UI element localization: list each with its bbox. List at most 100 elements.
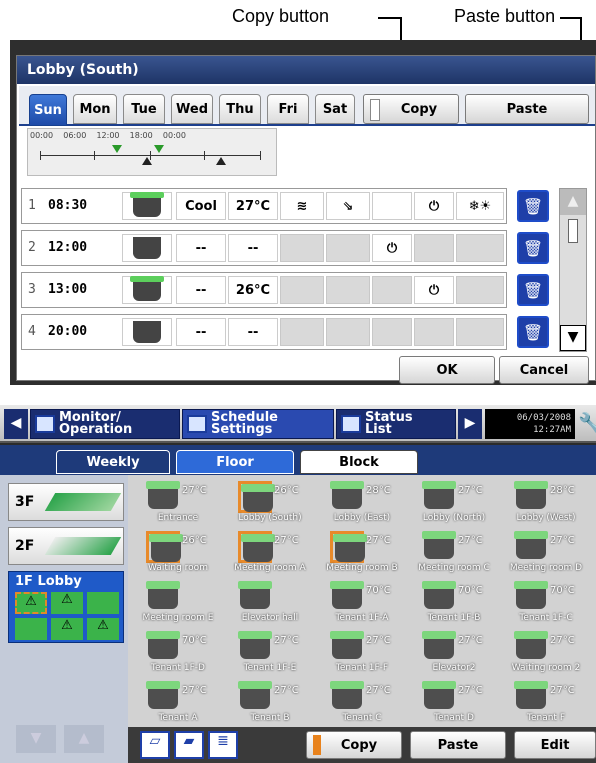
floor-scroll-up-icon[interactable]: ▲ <box>64 725 104 753</box>
unit-tile[interactable]: 27°C Elevator2 <box>408 627 500 677</box>
schedule-settings-button[interactable]: Schedule Settings <box>182 409 334 439</box>
power-cell: ⏻ <box>372 234 412 262</box>
scroll-thumb[interactable] <box>568 219 578 243</box>
date-text: 06/03/2008 <box>516 413 571 423</box>
delete-row-3-icon[interactable]: 🗑 <box>517 274 549 306</box>
unit-tile[interactable]: 27°C Meeting room C <box>408 527 500 577</box>
ac-unit-icon <box>238 681 272 713</box>
blank-cell <box>456 234 504 262</box>
timeline-tick <box>40 151 41 160</box>
blank-cell <box>372 318 412 346</box>
cancel-button[interactable]: Cancel <box>499 356 589 384</box>
floor-2f-button[interactable]: 2F <box>8 527 124 565</box>
unit-tile[interactable]: 70°C Tenant 1F-B <box>408 577 500 627</box>
unit-tile[interactable]: 27°C Entrance <box>132 477 224 527</box>
edit-button[interactable]: Edit <box>514 731 596 759</box>
unit-tile[interactable]: 28°C Lobby (East) <box>316 477 408 527</box>
unit-tile[interactable]: Meeting room E <box>132 577 224 627</box>
scroll-down-icon[interactable]: ▼ <box>560 325 586 351</box>
schedule-row[interactable]: 1 08:30 Cool 27°C ≋ ⇘ ⏻ ❄☀ <box>21 188 507 224</box>
bottom-toolbar: ▱ ▰ ≣ Copy Paste Edit <box>128 727 596 763</box>
tab-floor[interactable]: Floor <box>176 450 294 474</box>
unit-tile[interactable]: 27°C Tenant 1F-F <box>316 627 408 677</box>
schedule-row[interactable]: 3 13:00 -- 26°C ⏻ <box>21 272 507 308</box>
date-time-display: 06/03/2008 12:27AM <box>485 409 575 439</box>
tab-wed[interactable]: Wed <box>171 94 213 124</box>
tab-mon[interactable]: Mon <box>73 94 117 124</box>
unit-name: Elevator2 <box>432 663 476 673</box>
unit-tile[interactable]: Elevator hall <box>224 577 316 627</box>
delete-row-2-icon[interactable]: 🗑 <box>517 232 549 264</box>
unit-name: Tenant 1F-F <box>335 663 389 673</box>
unit-tile[interactable]: 27°C Lobby (North) <box>408 477 500 527</box>
ac-unit-icon <box>330 681 364 713</box>
unit-tile[interactable]: 27°C Tenant B <box>224 677 316 727</box>
unit-tile[interactable]: 26°C Waiting room <box>132 527 224 577</box>
status-list-button[interactable]: Status List <box>336 409 456 439</box>
monitor-operation-button[interactable]: Monitor/ Operation <box>30 409 180 439</box>
unit-tile[interactable]: 27°C Meeting room B <box>316 527 408 577</box>
delete-row-4-icon[interactable]: 🗑 <box>517 316 549 348</box>
unit-tile[interactable]: 27°C Tenant A <box>132 677 224 727</box>
tab-tue[interactable]: Tue <box>123 94 165 124</box>
unit-temperature: 27°C <box>366 635 391 646</box>
ac-unit-icon <box>514 531 548 563</box>
group-view-2-icon[interactable]: ▰ <box>174 731 204 759</box>
ac-unit-icon <box>422 531 456 563</box>
unit-temperature: 28°C <box>366 485 391 496</box>
airflow-cell <box>326 318 370 346</box>
unit-tile[interactable]: 28°C Lobby (West) <box>500 477 592 527</box>
ac-unit-icon <box>514 631 548 663</box>
unit-tile[interactable]: 27°C Tenant F <box>500 677 592 727</box>
tab-fri[interactable]: Fri <box>267 94 309 124</box>
schedule-row[interactable]: 4 20:00 -- -- <box>21 314 507 350</box>
floor-3f-button[interactable]: 3F <box>8 483 124 521</box>
copy-label: Copy <box>400 101 438 117</box>
unit-tile[interactable]: 27°C Meeting room A <box>224 527 316 577</box>
tab-sat[interactable]: Sat <box>315 94 355 124</box>
paste-button[interactable]: Paste <box>465 94 589 124</box>
bottom-paste-button[interactable]: Paste <box>410 731 506 759</box>
unit-name: Meeting room A <box>234 563 306 573</box>
unit-tile[interactable]: 70°C Tenant 1F-A <box>316 577 408 627</box>
ok-button[interactable]: OK <box>399 356 495 384</box>
unit-tile[interactable]: 27°C Meeting room D <box>500 527 592 577</box>
unit-tile[interactable]: 27°C Tenant D <box>408 677 500 727</box>
unit-name: Entrance <box>157 513 199 523</box>
row-number: 3 <box>28 282 36 297</box>
blank-cell <box>414 234 454 262</box>
unit-name: Tenant 1F-B <box>427 613 481 623</box>
delete-row-1-icon[interactable]: 🗑 <box>517 190 549 222</box>
unit-tile[interactable]: 27°C Waiting room 2 <box>500 627 592 677</box>
tab-block[interactable]: Block <box>300 450 418 474</box>
unit-tile[interactable]: 27°C Tenant 1F-E <box>224 627 316 677</box>
tab-weekly[interactable]: Weekly <box>56 450 170 474</box>
row-time: 13:00 <box>48 282 88 297</box>
group-view-3-icon[interactable]: ≣ <box>208 731 238 759</box>
off-marker-icon <box>216 157 226 165</box>
wrench-icon[interactable]: 🔧 <box>578 411 596 437</box>
unit-name: Tenant F <box>527 713 565 723</box>
zone-warning-icon: ⚠ <box>51 592 83 614</box>
unit-tile[interactable]: 26°C Lobby (South) <box>224 477 316 527</box>
unit-tile[interactable]: 70°C Tenant 1F-C <box>500 577 592 627</box>
temp-cell: -- <box>228 234 278 262</box>
scrollbar[interactable]: ▲ ▼ <box>559 188 587 352</box>
group-view-1-icon[interactable]: ▱ <box>140 731 170 759</box>
floor-label: 1F Lobby <box>15 574 82 589</box>
schedule-row[interactable]: 2 12:00 -- -- ⏻ <box>21 230 507 266</box>
nav-back-icon[interactable]: ◀ <box>4 409 28 439</box>
tab-thu[interactable]: Thu <box>219 94 261 124</box>
nav-forward-icon[interactable]: ▶ <box>458 409 482 439</box>
floor-scroll-down-icon[interactable]: ▼ <box>16 725 56 753</box>
unit-tile[interactable]: 70°C Tenant 1F-D <box>132 627 224 677</box>
bottom-copy-button[interactable]: Copy <box>306 731 402 759</box>
copy-button[interactable]: Copy <box>363 94 459 124</box>
scroll-up-icon[interactable]: ▲ <box>560 189 586 215</box>
ac-unit-icon <box>422 631 456 663</box>
floor-1f-lobby-button[interactable]: 1F Lobby ⚠ ⚠ ⚠ ⚠ <box>8 571 124 643</box>
unit-tile[interactable]: 27°C Tenant C <box>316 677 408 727</box>
unit-name: Elevator hall <box>241 613 299 623</box>
tab-sun[interactable]: Sun <box>29 94 67 126</box>
timeline-tick <box>260 151 261 160</box>
